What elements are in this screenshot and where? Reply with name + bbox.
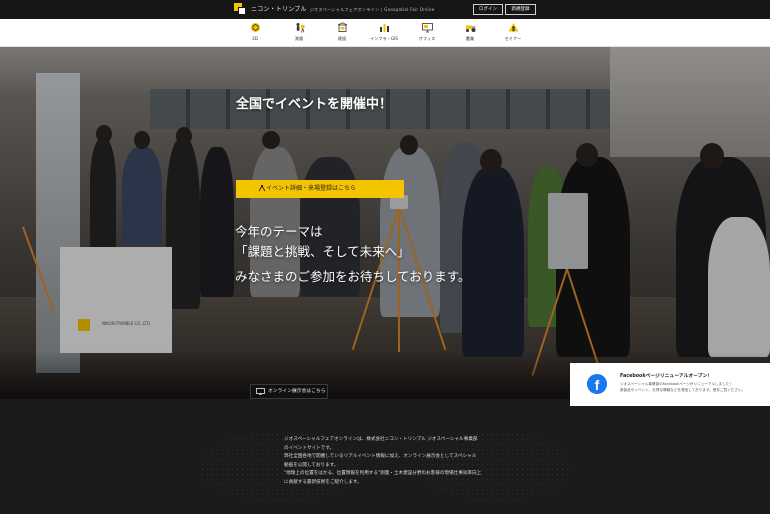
hero-banner: NIKON-TRIMBLE CO.,LTD. 全国でイベントを開催中！ イベント… bbox=[0, 47, 770, 399]
login-button[interactable]: ログイン bbox=[473, 4, 503, 15]
facebook-icon: f bbox=[587, 374, 607, 394]
brand-subtitle: ジオスペーシャルフェアオンライン | Geospatial Fair Onlin… bbox=[309, 7, 435, 12]
infrastructure-icon bbox=[379, 24, 389, 32]
survey-person-icon bbox=[296, 23, 304, 33]
online-exhibition-button[interactable]: オンライン展示会はこちら bbox=[250, 384, 328, 399]
survey-instrument-icon bbox=[258, 185, 266, 192]
facebook-announcement[interactable]: f Facebookページリニューアルオープン！ ジオスペーシャル事業部のfac… bbox=[570, 363, 770, 406]
nav-label: 3D bbox=[252, 36, 258, 41]
monitor-icon bbox=[421, 23, 433, 33]
category-nav: 3D 測量 建設 インフラ・GIS オフィス 農業 セミナー bbox=[0, 19, 770, 47]
tractor-icon bbox=[465, 25, 475, 32]
nav-item-agriculture[interactable]: 農業 bbox=[448, 22, 492, 44]
facebook-body: ジオスペーシャル事業部のfacebookページがリニューアルしました！ 新製品や… bbox=[620, 382, 746, 392]
event-details-label: イベント詳細・来場登録はこちら bbox=[266, 185, 357, 192]
register-button[interactable]: 新規登録 bbox=[505, 4, 536, 15]
brand-name[interactable]: ニコン・トリンブル ジオスペーシャルフェアオンライン | Geospatial F… bbox=[251, 4, 435, 13]
hero-title: 全国でイベントを開催中！ bbox=[236, 97, 393, 112]
intro-line: "地球上の位置をはかる、位置情報を利用する"測量・土木建設分野のお客様の現場仕事… bbox=[284, 471, 482, 477]
top-header: ニコン・トリンブル ジオスペーシャルフェアオンライン | Geospatial F… bbox=[0, 0, 770, 19]
nav-item-infra-gis[interactable]: インフラ・GIS bbox=[362, 22, 406, 44]
nav-item-survey[interactable]: 測量 bbox=[277, 22, 321, 44]
construction-icon bbox=[337, 22, 347, 32]
monitor-icon bbox=[256, 388, 265, 395]
intro-line: 弊社全国各地で開催しているリアルイベント情報に加え、オンライン展示会としてスペシ… bbox=[284, 454, 477, 460]
intro-line: ジオスペーシャルフェアオンラインは、株式会社ニコン・トリンブル ジオスペーシャル… bbox=[284, 437, 478, 442]
seminar-icon bbox=[508, 23, 518, 32]
event-details-button[interactable]: イベント詳細・来場登録はこちら bbox=[236, 180, 404, 198]
brand-title: ニコン・トリンブル bbox=[251, 6, 307, 13]
nav-label: セミナー bbox=[504, 36, 522, 41]
theme-intro: 今年のテーマは bbox=[235, 224, 323, 239]
nav-label: 測量 bbox=[294, 36, 304, 41]
nav-item-office[interactable]: オフィス bbox=[405, 22, 449, 44]
nav-item-3d[interactable]: 3D bbox=[233, 22, 277, 44]
nav-label: インフラ・GIS bbox=[370, 36, 398, 41]
intro-line: 動画を公開しております。 bbox=[284, 462, 339, 468]
invitation-text: みなさまのご参加をお待ちしております。 bbox=[235, 269, 471, 284]
facebook-title: Facebookページリニューアルオープン！ bbox=[620, 374, 713, 379]
nav-label: 建設 bbox=[337, 36, 347, 41]
nav-label: 農業 bbox=[465, 36, 475, 41]
brand-logo-icon[interactable] bbox=[234, 3, 246, 15]
theme-title: 「課題と挑戦、そして未来へ」 bbox=[235, 244, 410, 259]
cube-icon bbox=[250, 23, 260, 32]
nav-item-seminar[interactable]: セミナー bbox=[491, 22, 535, 44]
site-introduction: ジオスペーシャルフェアオンラインは、株式会社ニコン・トリンブル ジオスペーシャル… bbox=[284, 436, 494, 488]
intro-line: のイベントサイトです。 bbox=[284, 445, 335, 451]
online-exhibition-label: オンライン展示会はこちら bbox=[268, 389, 326, 394]
nav-item-construction[interactable]: 建設 bbox=[320, 22, 364, 44]
nav-label: オフィス bbox=[418, 36, 436, 41]
intro-line: に貢献する最新技術をご紹介します。 bbox=[284, 479, 362, 485]
